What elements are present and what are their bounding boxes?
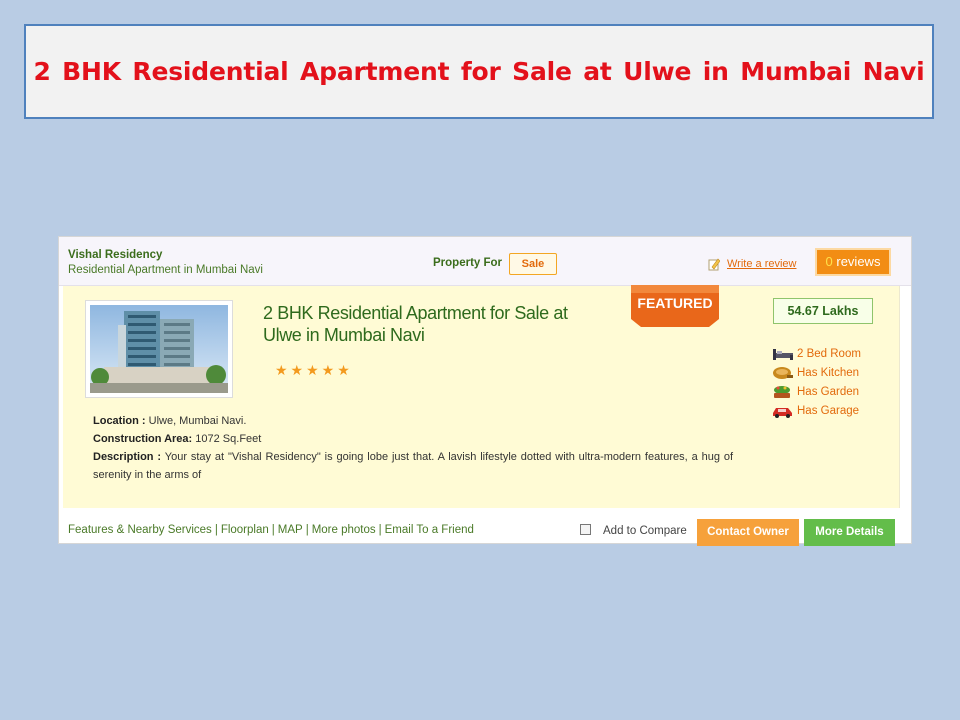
feature-garage: Has Garage [771, 401, 861, 420]
more-details-button[interactable]: More Details [804, 519, 895, 546]
listing-card: Vishal Residency Residential Apartment i… [58, 236, 912, 546]
description-row: Description : Your stay at "Vishal Resid… [93, 448, 733, 484]
link-more-photos[interactable]: More photos [312, 524, 376, 536]
project-name[interactable]: Vishal Residency [68, 249, 162, 261]
garage-icon [773, 407, 792, 418]
feature-list: 2 Bed Room Has Kitchen Has Garden Has Ga… [771, 344, 861, 420]
rating-stars: ★★★★★ [275, 362, 353, 378]
footer-links: Features & Nearby Services | Floorplan | MAP… [68, 524, 474, 536]
link-separator: | [271, 524, 275, 536]
link-separator: | [378, 524, 382, 536]
write-review-link[interactable]: Write a review [727, 258, 796, 270]
feature-label: Has Garage [797, 404, 860, 417]
compare-checkbox[interactable] [580, 524, 591, 535]
location-label: Location : [93, 415, 146, 427]
slide-title-banner: 2 BHK Residential Apartment for Sale at … [24, 24, 934, 119]
location-value: Ulwe, Mumbai Navi. [148, 415, 247, 427]
slide-title: 2 BHK Residential Apartment for Sale at … [33, 57, 925, 86]
listing-footer: Features & Nearby Services | Floorplan | MAP… [59, 509, 911, 546]
price-box: 54.67 Lakhs [773, 298, 873, 324]
link-email-friend[interactable]: Email To a Friend [385, 524, 474, 536]
description-label: Description : [93, 451, 162, 463]
area-label: Construction Area: [93, 433, 193, 445]
building-image [90, 305, 228, 393]
location-row: Location : Ulwe, Mumbai Navi. [93, 412, 733, 430]
pencil-icon [708, 258, 720, 271]
listing-title[interactable]: 2 BHK Residential Apartment for Sale at … [263, 302, 603, 346]
contact-owner-button[interactable]: Contact Owner [697, 519, 799, 546]
listing-header: Vishal Residency Residential Apartment i… [59, 237, 911, 286]
kitchen-icon [773, 366, 793, 379]
reviews-label: reviews [832, 254, 881, 269]
project-subtitle: Residential Apartment in Mumbai Navi [68, 264, 263, 276]
link-features[interactable]: Features & Nearby Services [68, 524, 212, 536]
featured-ribbon: FEATURED [631, 285, 719, 327]
feature-garden: Has Garden [771, 382, 861, 401]
garden-icon [774, 385, 790, 398]
link-map[interactable]: MAP [278, 524, 303, 536]
area-value: 1072 Sq.Feet [195, 433, 262, 445]
listing-details: Location : Ulwe, Mumbai Navi. Constructi… [93, 412, 733, 484]
feature-label: Has Kitchen [797, 366, 860, 379]
reviews-button[interactable]: 0 reviews [815, 248, 891, 276]
bed-icon [773, 348, 793, 360]
property-for-badge: Sale [509, 253, 557, 275]
feature-label: 2 Bed Room [797, 347, 861, 360]
property-photo[interactable] [85, 300, 233, 398]
link-separator: | [214, 524, 218, 536]
description-value: Your stay at "Vishal Residency" is going… [93, 451, 734, 481]
reviews-count: 0 [825, 254, 833, 269]
link-floorplan[interactable]: Floorplan [221, 524, 269, 536]
feature-label: Has Garden [797, 385, 860, 398]
feature-kitchen: Has Kitchen [771, 363, 861, 382]
property-for-label: Property For [433, 257, 503, 269]
link-separator: | [305, 524, 309, 536]
feature-bed: 2 Bed Room [771, 344, 861, 363]
featured-label: FEATURED [637, 295, 712, 311]
listing-body: 2 BHK Residential Apartment for Sale at … [63, 285, 900, 508]
area-row: Construction Area: 1072 Sq.Feet [93, 430, 733, 448]
compare-label[interactable]: Add to Compare [603, 525, 687, 537]
